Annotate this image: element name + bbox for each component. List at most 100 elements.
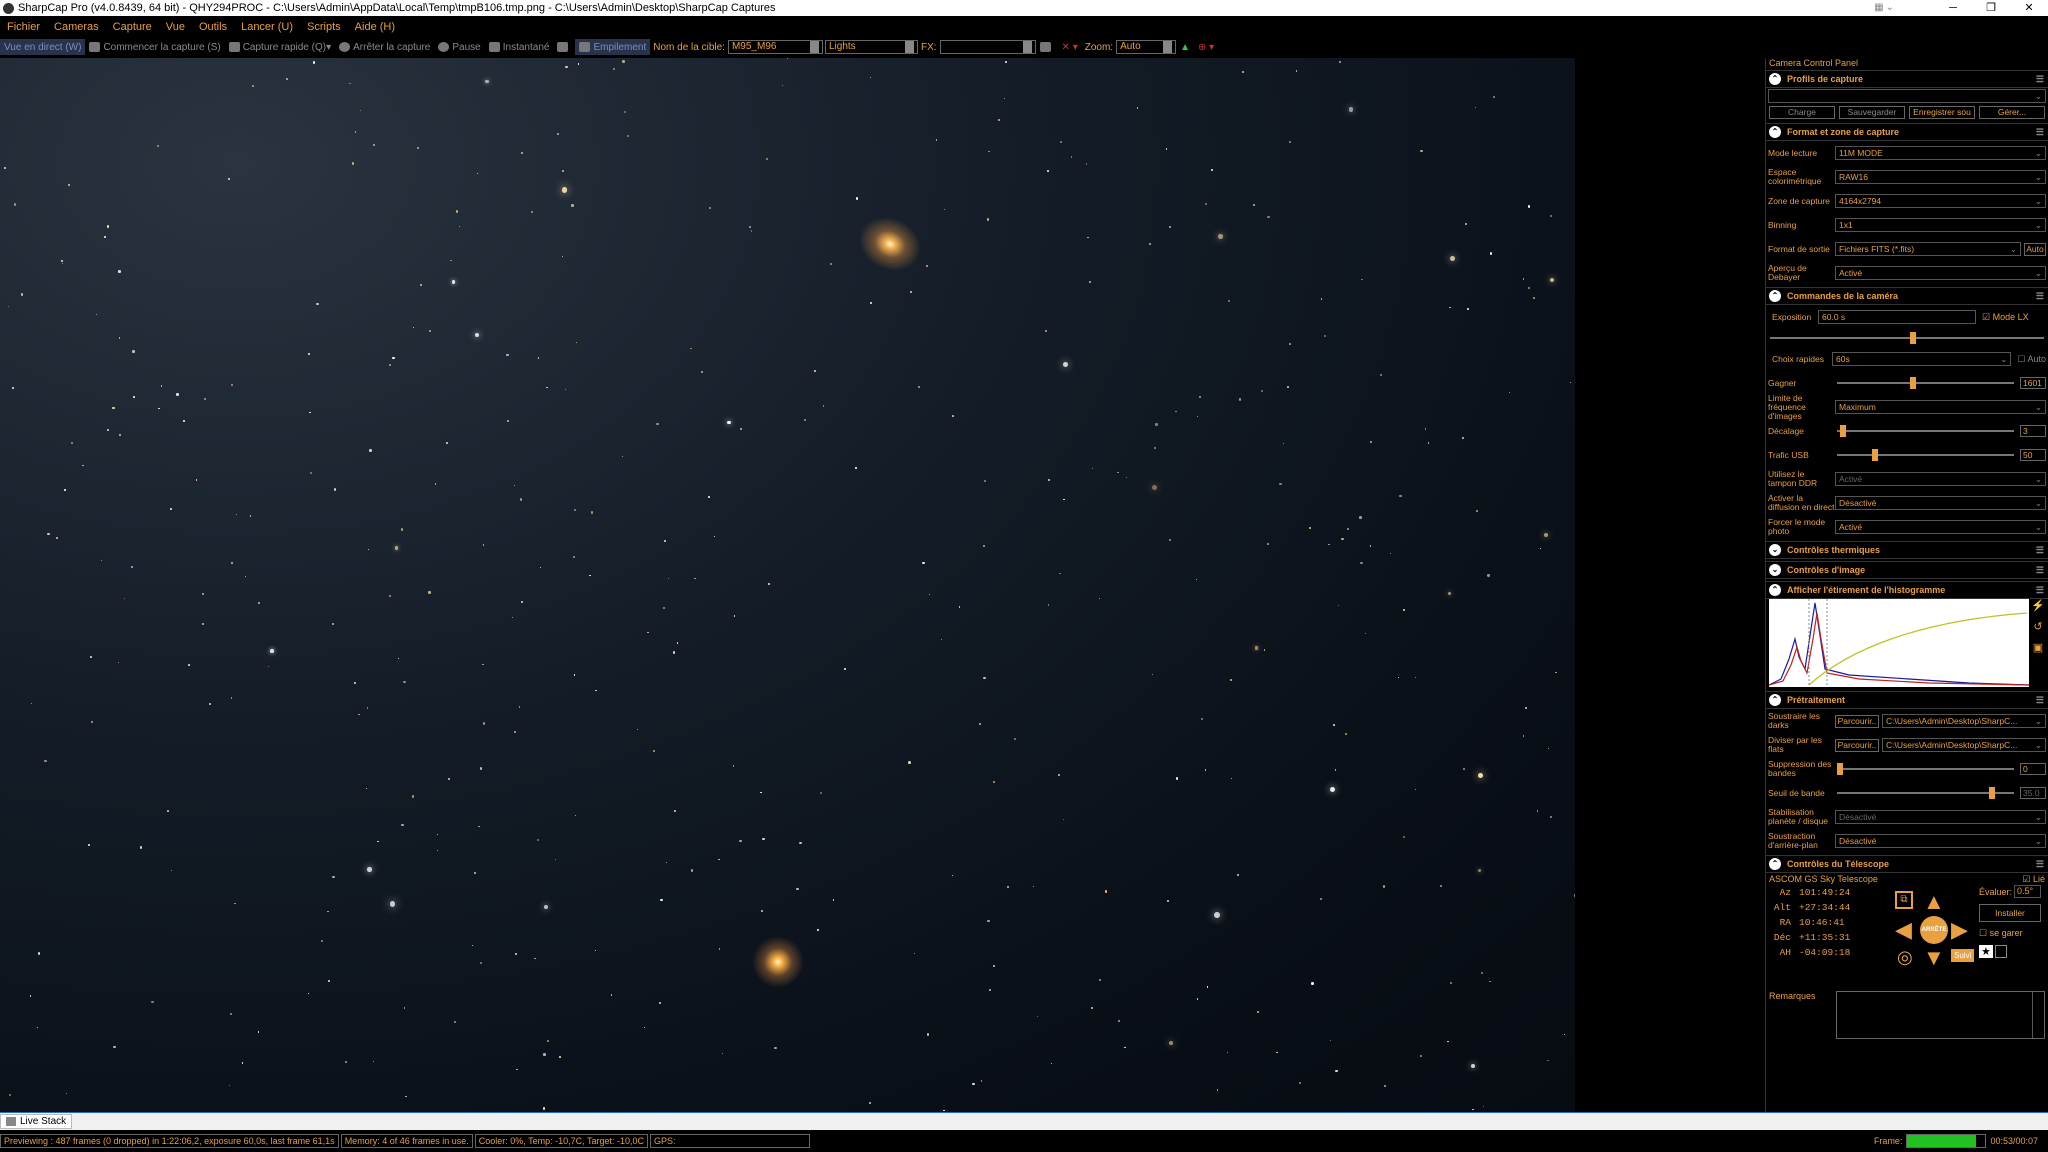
close-button[interactable]: ✕ (2010, 0, 2048, 16)
chevron-down-icon[interactable]: ⌄ (1886, 0, 1894, 16)
banding-slider[interactable] (1835, 762, 2016, 776)
section-telescope[interactable]: ⌃ Contrôles du Télescope ☰ (1766, 855, 2048, 873)
offset-slider[interactable] (1835, 424, 2016, 438)
slew-north-button[interactable]: ▲ (1923, 889, 1945, 915)
color-space-select[interactable]: RAW16 ⌄ (1835, 170, 2046, 184)
maximize-button[interactable]: ❐ (1972, 0, 2010, 16)
section-capture-profiles[interactable]: ⌃ Profils de capture ☰ (1766, 70, 2048, 88)
slew-east-button[interactable]: ▶ (1951, 917, 1968, 943)
section-menu-icon[interactable]: ☰ (2036, 695, 2044, 706)
debayer-preview-select[interactable]: Activé ⌄ (1835, 266, 2046, 280)
lightning-icon[interactable]: ⚡ (2031, 599, 2045, 612)
expand-icon[interactable]: ⌄ (1769, 544, 1781, 556)
histogram-tool-button[interactable]: ▲ (1176, 39, 1194, 55)
fx-select[interactable] (939, 40, 1036, 54)
section-histogram[interactable]: ⌃ Afficher l'étirement de l'histogramme ☰ (1766, 581, 2048, 599)
target-icon[interactable]: ◎ (1897, 947, 1913, 968)
gain-input[interactable]: 1601 (2020, 377, 2046, 389)
menu-cameras[interactable]: Cameras (47, 21, 106, 33)
histogram-chart[interactable] (1768, 599, 2030, 687)
output-format-select[interactable]: Fichiers FITS (*.fits) ⌄ (1835, 242, 2021, 256)
fps-limit-select[interactable]: Maximum ⌄ (1835, 400, 2046, 414)
read-mode-select[interactable]: 11M MODE ⌄ (1835, 146, 2046, 160)
notes-textarea[interactable] (1836, 991, 2045, 1039)
minimize-button[interactable]: ─ (1934, 0, 1972, 16)
quick-choice-select[interactable]: 60s ⌄ (1832, 352, 2012, 366)
slider-thumb[interactable] (1871, 449, 1878, 461)
tab-live-stack[interactable]: Live Stack (0, 1114, 73, 1129)
slider-thumb[interactable] (1910, 332, 1916, 344)
notes-scrollbar[interactable] (2032, 992, 2044, 1038)
flats-path-select[interactable]: C:\Users\Admin\Desktop\SharpC... ⌄ (1882, 738, 2046, 752)
slider-thumb[interactable] (1989, 787, 1996, 799)
stabilization-select[interactable]: Désactivé ⌄ (1835, 810, 2046, 824)
usb-traffic-input[interactable]: 50 (2020, 449, 2046, 461)
grid-toggle-button[interactable] (1036, 39, 1058, 55)
grid-icon[interactable]: ▦ (1874, 0, 1883, 16)
browse-darks-button[interactable]: Parcourir.. (1835, 714, 1879, 728)
stacking-button[interactable]: Empilement (575, 39, 651, 55)
capture-area-select[interactable]: 4164x2794 ⌄ (1835, 194, 2046, 208)
quick-capture-button[interactable]: Capture rapide (Q) ▾ (225, 39, 335, 55)
collapse-icon[interactable]: ⌃ (1769, 290, 1781, 302)
section-menu-icon[interactable]: ☰ (2036, 859, 2044, 870)
tracking-button[interactable]: Suivi (1951, 949, 1975, 962)
force-photo-select[interactable]: Activé ⌄ (1835, 520, 2046, 534)
menu-capture[interactable]: Capture (106, 21, 159, 33)
live-broadcast-select[interactable]: Désactivé ⌄ (1835, 496, 2046, 510)
profile-select[interactable]: ⌄ (1768, 89, 2046, 103)
start-capture-button[interactable]: Commencer la capture (S) (85, 39, 224, 55)
quick-auto-checkbox[interactable]: ☐ Auto (2017, 354, 2046, 365)
snapshot-button[interactable]: Instantané (485, 39, 554, 55)
usb-traffic-slider[interactable] (1835, 448, 2016, 462)
telescope-linked-checkbox[interactable]: ☑ Lié (2022, 874, 2045, 884)
section-menu-icon[interactable]: ☰ (2036, 74, 2044, 85)
darks-path-select[interactable]: C:\Users\Admin\Desktop\SharpC... ⌄ (1882, 714, 2046, 728)
banding-input[interactable]: 0 (2020, 763, 2046, 775)
section-menu-icon[interactable]: ☰ (2036, 127, 2044, 138)
browse-flats-button[interactable]: Parcourir.. (1835, 738, 1879, 752)
save-profile-button[interactable]: Sauvegarder (1839, 106, 1905, 119)
settings-box-icon[interactable] (1994, 945, 2007, 958)
section-thermal[interactable]: ⌄ Contrôles thermiques ☰ (1766, 541, 2048, 559)
frame-type-select[interactable]: Lights (824, 40, 918, 54)
stop-slew-button[interactable]: ARRÊTE (1920, 916, 1948, 944)
menu-aide[interactable]: Aide (H) (348, 21, 402, 33)
ddr-buffer-select[interactable]: Activé ⌄ (1835, 472, 2046, 486)
zoom-select[interactable]: Auto (1116, 40, 1177, 54)
slew-west-button[interactable]: ◀ (1895, 917, 1912, 943)
exposure-slider[interactable] (1768, 331, 2046, 345)
rate-select[interactable]: 0.5° (2014, 885, 2041, 898)
menu-outils[interactable]: Outils (192, 21, 234, 33)
binning-select[interactable]: 1x1 ⌄ (1835, 218, 2046, 232)
background-subtraction-select[interactable]: Désactivé ⌄ (1835, 834, 2046, 848)
load-profile-button[interactable]: Charge (1769, 106, 1835, 119)
slider-thumb[interactable] (1840, 425, 1847, 437)
slider-thumb[interactable] (1909, 377, 1916, 389)
band-threshold-input[interactable]: 35.0 (2020, 787, 2046, 799)
collapse-icon[interactable]: ⌃ (1769, 73, 1781, 85)
section-menu-icon[interactable]: ☰ (2036, 291, 2044, 302)
format-auto-button[interactable]: Auto (2024, 242, 2046, 256)
slider-thumb[interactable] (1837, 763, 1843, 775)
goto-icon[interactable]: ⧉ (1895, 891, 1913, 909)
collapse-icon[interactable]: ⌃ (1769, 584, 1781, 596)
target-name-select[interactable]: M95_M96 (727, 40, 823, 54)
menu-lancer[interactable]: Lancer (U) (234, 21, 300, 33)
slew-south-button[interactable]: ▼ (1923, 945, 1945, 971)
collapse-icon[interactable]: ⌃ (1769, 694, 1781, 706)
reset-icon[interactable]: ↺ (2033, 620, 2042, 633)
section-camera-controls[interactable]: ⌃ Commandes de la caméra ☰ (1766, 287, 2048, 305)
section-menu-icon[interactable]: ☰ (2036, 545, 2044, 556)
zoom-tool-button[interactable]: ⊕ ▾ (1194, 39, 1218, 55)
live-view-button[interactable]: Vue en direct (W) (0, 39, 86, 55)
band-threshold-slider[interactable] (1835, 786, 2016, 800)
menu-fichier[interactable]: Fichier (0, 21, 47, 33)
live-image-viewport[interactable] (0, 58, 1575, 1113)
collapse-icon[interactable]: ⌃ (1769, 858, 1781, 870)
settings-tool-button[interactable] (553, 39, 575, 55)
mode-lx-checkbox[interactable]: ☑ Mode LX (1982, 312, 2029, 323)
manage-profiles-button[interactable]: Gérer... (1979, 106, 2045, 119)
pause-button[interactable]: Pause (434, 39, 484, 55)
section-menu-icon[interactable]: ☰ (2036, 585, 2044, 596)
